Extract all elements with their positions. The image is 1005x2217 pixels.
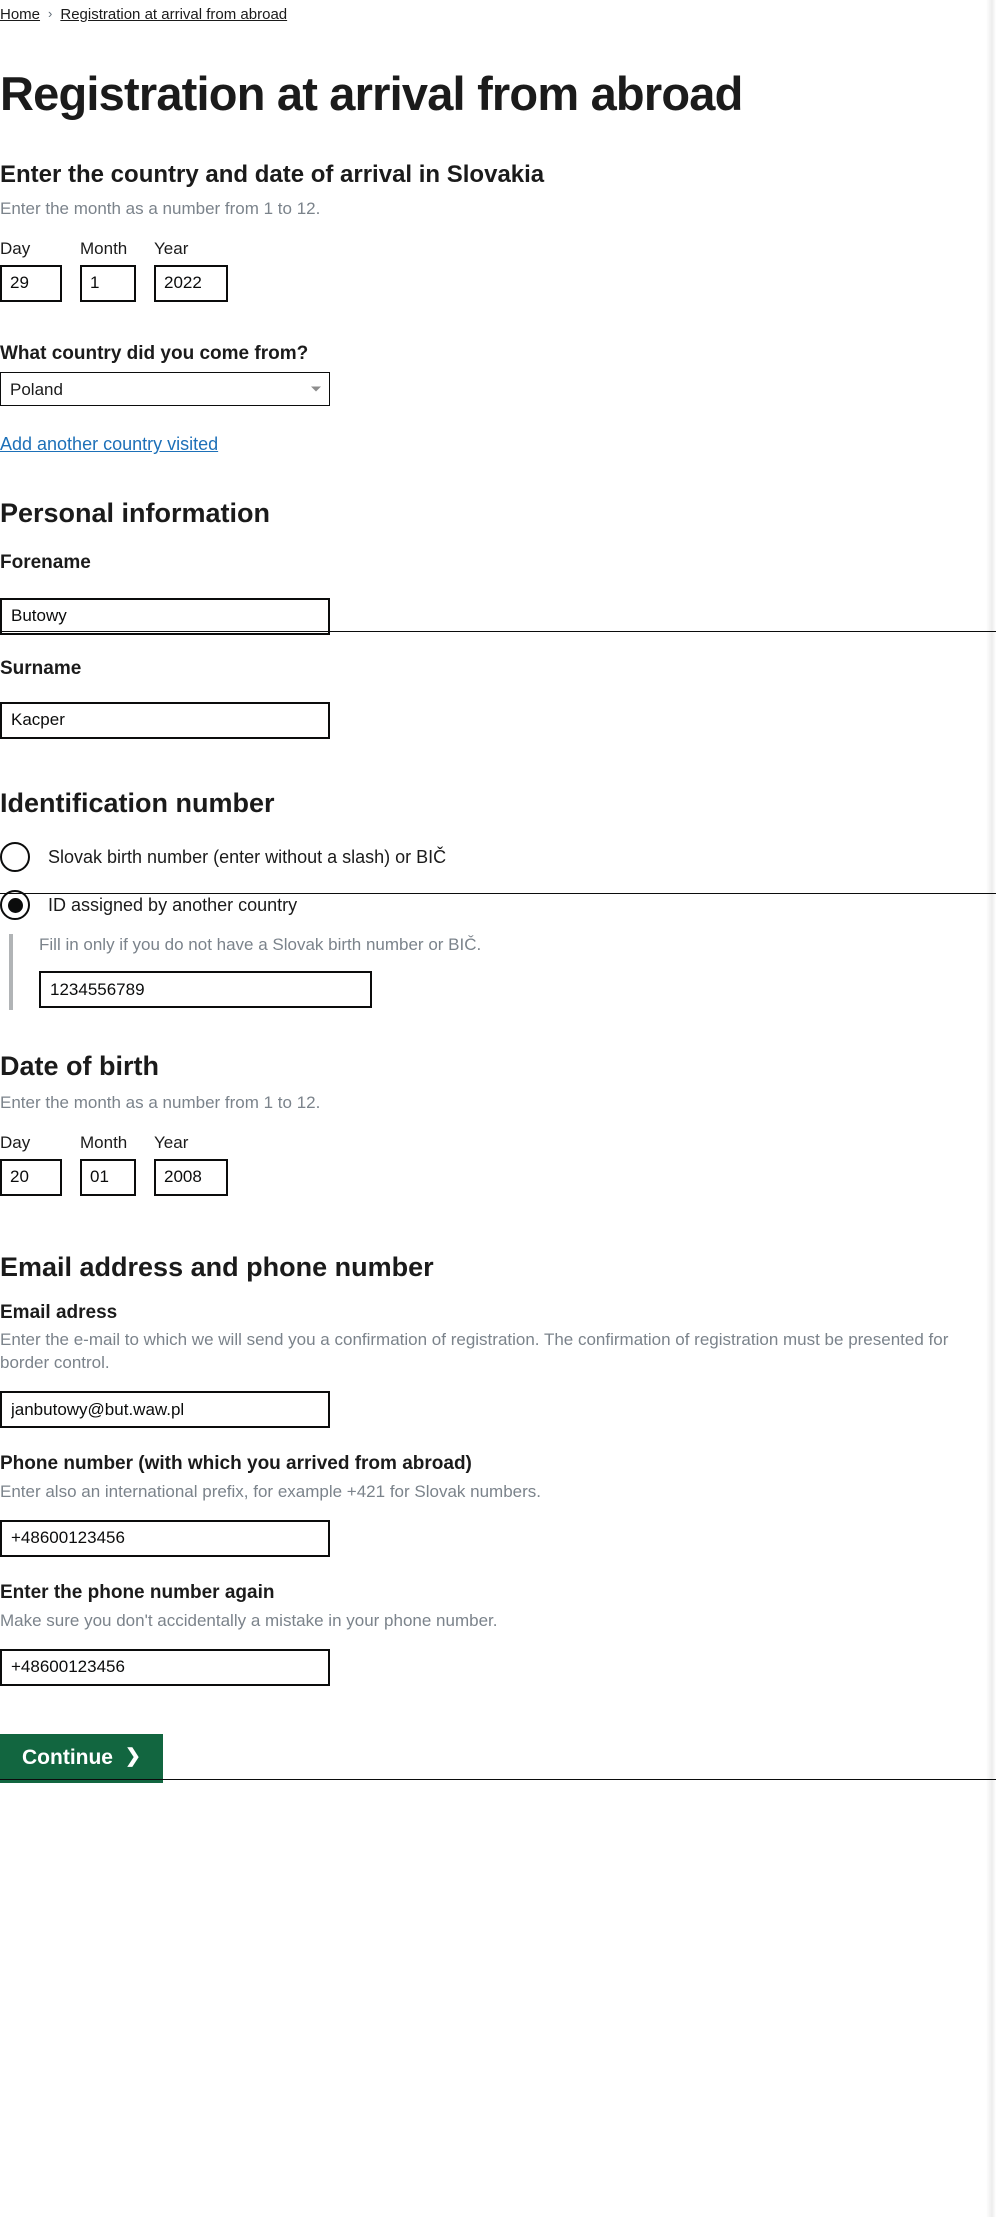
phone-input[interactable]	[0, 1519, 330, 1557]
arrival-section-title: Enter the country and date of arrival in…	[0, 160, 545, 188]
personal-section-title: Personal information	[0, 498, 271, 529]
birth-day-label: Day	[0, 1132, 31, 1152]
country-question-label: What country did you come from?	[0, 342, 309, 364]
chevron-right-icon: ❯	[124, 1745, 141, 1767]
arrival-year-label: Year	[154, 238, 189, 258]
chevron-right-icon: ›	[48, 6, 53, 22]
date-of-birth-section-title: Date of birth	[0, 1051, 159, 1082]
birth-month-wrap: Month	[80, 1133, 136, 1196]
arrival-month-label: Month	[80, 238, 128, 258]
country-select[interactable]: Poland	[0, 372, 330, 407]
birth-date-group: Day Month Year	[0, 1133, 974, 1196]
arrival-date-group: Day Month Year	[0, 239, 974, 302]
page-right-edge	[986, 0, 996, 2217]
forename-label: Forename	[0, 552, 91, 574]
arrival-day-wrap: Day	[0, 239, 62, 302]
radio-slovak-birth-number[interactable]: Slovak birth number (enter without a sla…	[0, 842, 974, 873]
date-of-birth-hint: Enter the month as a number from 1 to 12…	[0, 1093, 321, 1113]
birth-year-label: Year	[154, 1132, 189, 1152]
phone-confirm-hint: Make sure you don't accidentally a mista…	[0, 1610, 498, 1630]
email-hint: Enter the e-mail to which we will send y…	[0, 1330, 949, 1373]
birth-month-label: Month	[80, 1132, 128, 1152]
birth-year-input[interactable]	[154, 1158, 228, 1196]
arrival-year-input[interactable]	[154, 264, 228, 302]
identification-number-input[interactable]	[39, 971, 372, 1009]
birth-month-input[interactable]	[80, 1158, 136, 1196]
radio-dot-icon	[7, 897, 23, 913]
continue-button[interactable]: Continue ❯	[0, 1733, 163, 1783]
breadcrumb: Home › Registration at arrival from abro…	[0, 0, 974, 25]
divider-after-surname	[0, 893, 996, 894]
breadcrumb-current[interactable]: Registration at arrival from abroad	[60, 5, 287, 25]
radio-foreign-id[interactable]: ID assigned by another country	[0, 890, 974, 921]
radio-circle-icon[interactable]	[0, 890, 30, 921]
foreign-id-conditional-panel: Fill in only if you do not have a Slovak…	[9, 934, 974, 1011]
birth-year-wrap: Year	[154, 1133, 228, 1196]
continue-button-label: Continue	[22, 1745, 113, 1769]
phone-hint: Enter also an international prefix, for …	[0, 1481, 541, 1501]
forename-input[interactable]	[0, 597, 330, 635]
divider-after-personal	[0, 631, 996, 632]
birth-day-wrap: Day	[0, 1133, 62, 1196]
radio-circle-icon[interactable]	[0, 842, 30, 873]
radio-slovak-label: Slovak birth number (enter without a sla…	[48, 846, 447, 867]
divider-at-phone-section	[0, 1779, 996, 1780]
phone-confirm-input[interactable]	[0, 1648, 330, 1686]
arrival-month-wrap: Month	[80, 239, 136, 302]
breadcrumb-home[interactable]: Home	[0, 5, 40, 25]
arrival-day-input[interactable]	[0, 264, 62, 302]
phone-confirm-label: Enter the phone number again	[0, 1581, 275, 1603]
email-label: Email adress	[0, 1301, 118, 1323]
identification-section-title: Identification number	[0, 787, 275, 818]
surname-label: Surname	[0, 657, 82, 679]
arrival-year-wrap: Year	[154, 239, 228, 302]
contact-section-title: Email address and phone number	[0, 1251, 434, 1282]
surname-input[interactable]	[0, 701, 330, 739]
email-input[interactable]	[0, 1391, 330, 1429]
foreign-id-hint: Fill in only if you do not have a Slovak…	[39, 935, 482, 955]
radio-foreign-label: ID assigned by another country	[48, 894, 298, 915]
arrival-date-hint: Enter the month as a number from 1 to 12…	[0, 198, 321, 218]
arrival-month-input[interactable]	[80, 264, 136, 302]
page-title: Registration at arrival from abroad	[0, 66, 743, 120]
country-select-wrap: Poland	[0, 372, 330, 407]
page-root: Home › Registration at arrival from abro…	[0, 0, 996, 2217]
identification-radio-group: Slovak birth number (enter without a sla…	[0, 842, 974, 1011]
phone-label: Phone number (with which you arrived fro…	[0, 1453, 472, 1475]
arrival-day-label: Day	[0, 238, 31, 258]
birth-day-input[interactable]	[0, 1158, 62, 1196]
add-another-country-link[interactable]: Add another country visited	[0, 434, 218, 455]
